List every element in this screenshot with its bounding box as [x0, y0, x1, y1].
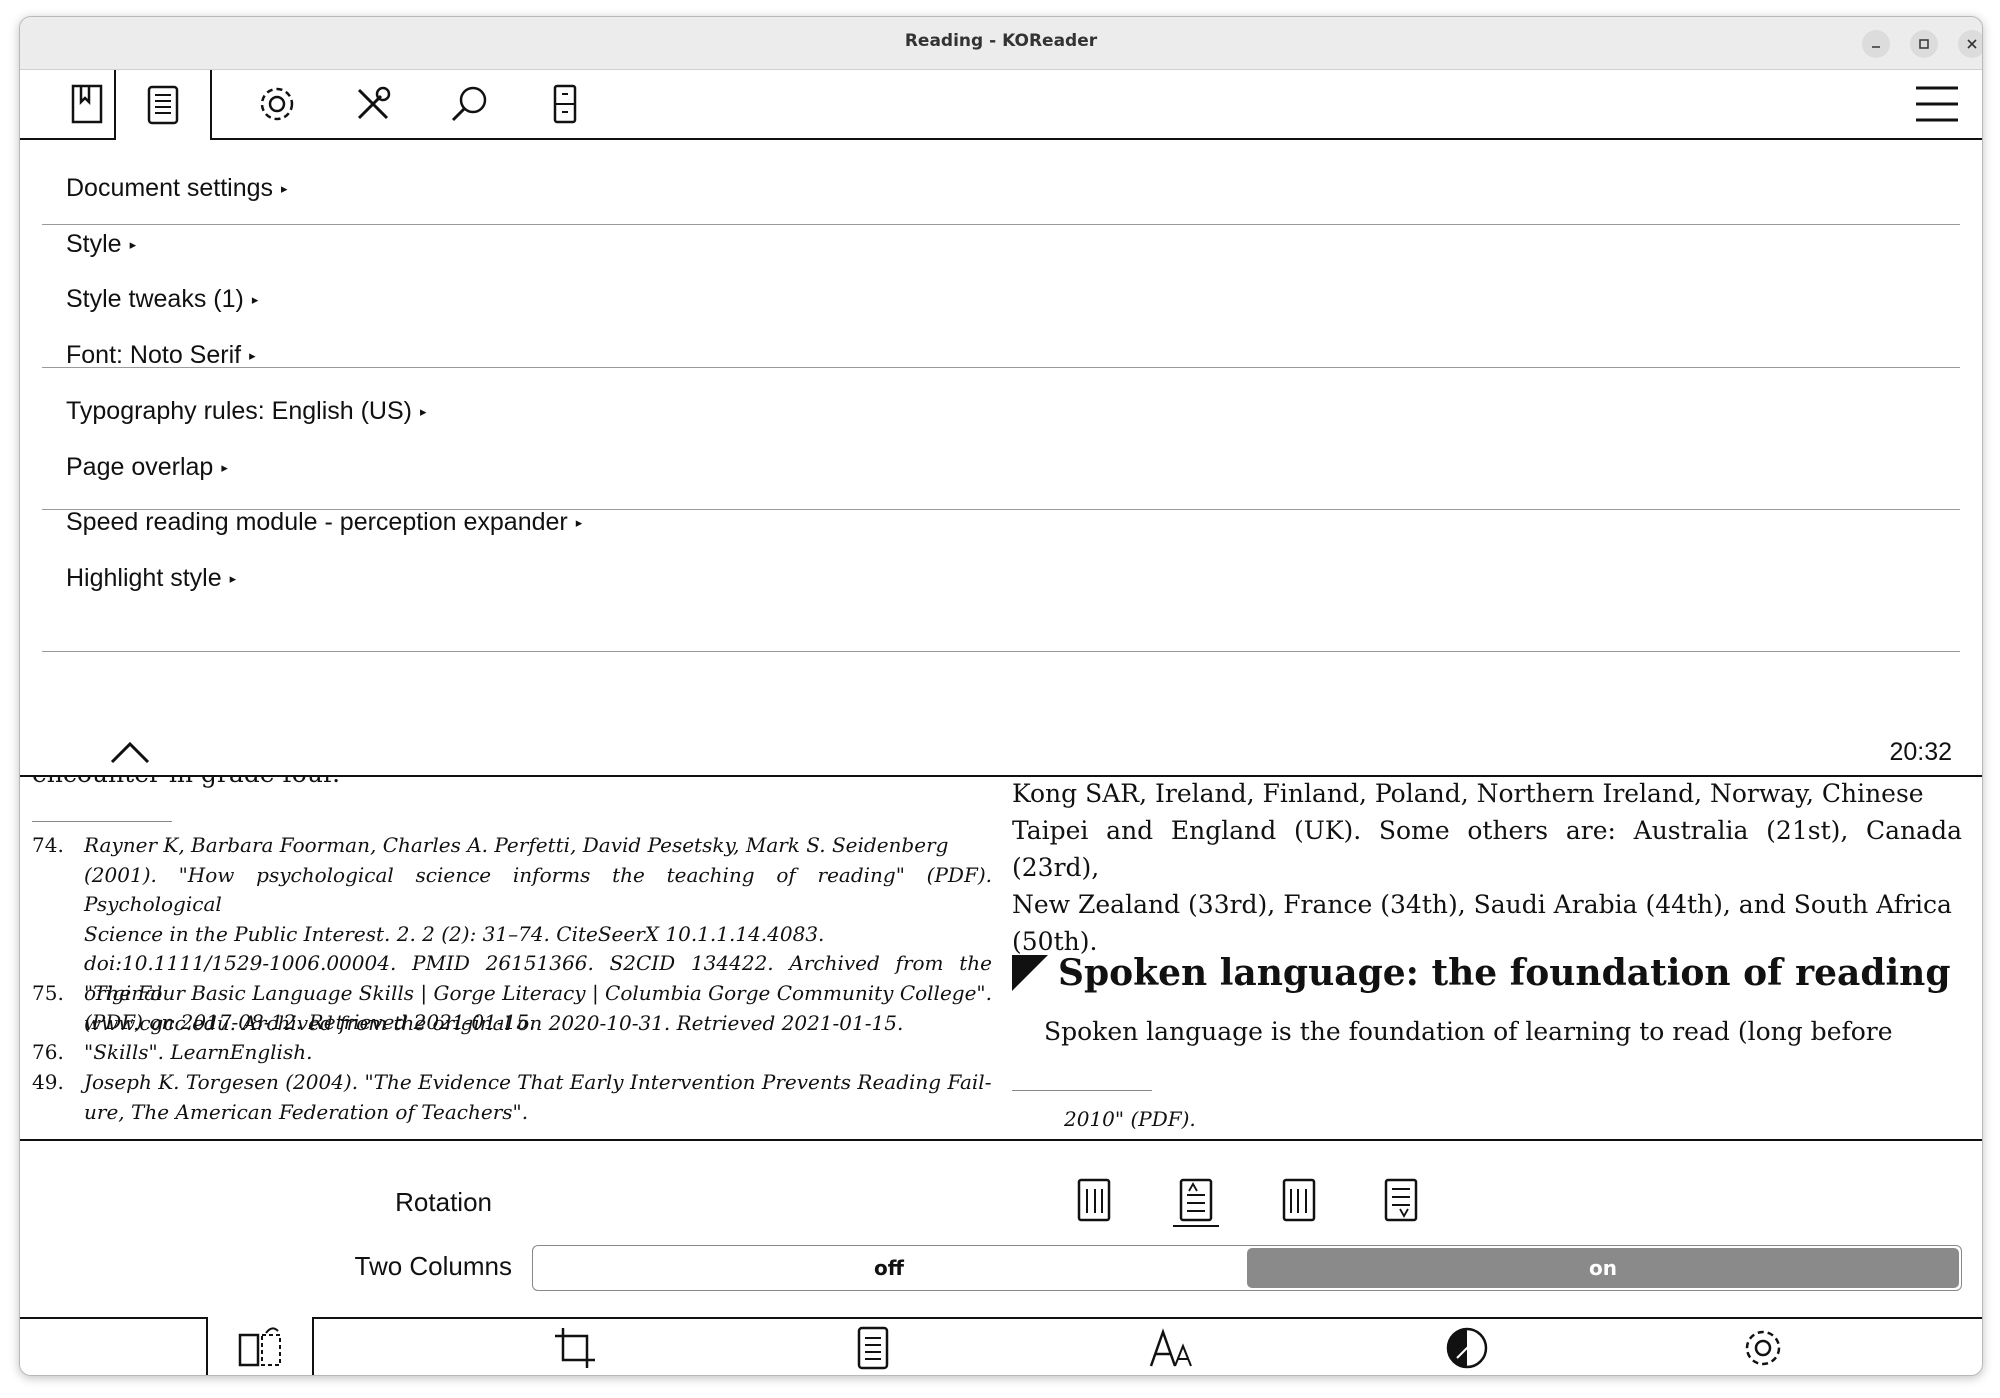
- tab-device[interactable]: [518, 70, 612, 138]
- close-button[interactable]: [1958, 30, 1982, 58]
- tab-crop[interactable]: [520, 1319, 630, 1375]
- font-size-icon: [1149, 1328, 1192, 1367]
- menu-item-style-tweaks[interactable]: Style tweaks (1) ▸: [66, 285, 258, 314]
- collapse-menu-button[interactable]: [108, 738, 152, 766]
- tab-other-settings[interactable]: [1708, 1319, 1818, 1375]
- tab-font[interactable]: [1116, 1319, 1226, 1375]
- menu-separator: [42, 367, 1960, 368]
- cut-text: encounter in grade four.: [32, 777, 340, 788]
- menu-item-highlight-style[interactable]: Highlight style ▸: [66, 564, 236, 593]
- bottom-menu-tabs: [20, 1317, 1982, 1375]
- tab-document[interactable]: [114, 70, 212, 140]
- two-columns-label: Two Columns: [354, 1251, 513, 1281]
- body-paragraph: Kong SAR, Ireland, Finland, Poland, Nort…: [1012, 779, 1962, 956]
- rotation-90-button[interactable]: [1071, 1175, 1117, 1225]
- window-title: Reading - KOReader: [904, 31, 1098, 51]
- maximize-icon: [1919, 39, 1929, 49]
- right-column: Kong SAR, Ireland, Finland, Poland, Nort…: [1012, 777, 1962, 1139]
- top-menu-tabs: [20, 70, 1982, 140]
- minimize-icon: [1872, 46, 1880, 48]
- tab-page-flip[interactable]: [206, 1317, 314, 1375]
- contrast-icon: [1446, 1327, 1488, 1369]
- config-panel: Rotation Two Columns off on: [20, 1141, 1982, 1317]
- page-flip-icon: [238, 1327, 281, 1367]
- rotation-0-button[interactable]: [1173, 1175, 1219, 1227]
- page-layout-icon: [857, 1326, 889, 1370]
- rotate-upright-icon: [1179, 1178, 1213, 1222]
- menu-item-style[interactable]: Style ▸: [66, 230, 136, 259]
- document-menu: Document settings ▸ Style ▸ Style tweaks (…: [20, 140, 1982, 772]
- hamburger-icon: [1916, 86, 1958, 122]
- menu-separator: [42, 224, 1960, 225]
- menu-separator: [42, 651, 1960, 652]
- crop-icon: [555, 1328, 595, 1368]
- clock: 20:32: [1889, 738, 1952, 766]
- rotation-label: Rotation: [395, 1187, 492, 1217]
- document-icon: [147, 85, 179, 125]
- right-footnote: 2010" (PDF).: [1064, 1107, 1196, 1131]
- footnote-rule: [32, 821, 172, 822]
- section-heading: Spoken language: the foundation of readi…: [1012, 952, 1951, 994]
- minimize-button[interactable]: [1862, 30, 1890, 58]
- toggle-off-option[interactable]: off: [533, 1246, 1245, 1290]
- footnote-rule: [1012, 1090, 1152, 1091]
- toggle-on-option[interactable]: on: [1247, 1248, 1959, 1288]
- tab-page-layout[interactable]: [818, 1319, 928, 1375]
- menu-item-page-overlap[interactable]: Page overlap ▸: [66, 453, 228, 482]
- rotate-inverted-icon: [1384, 1178, 1418, 1222]
- tab-contrast[interactable]: [1412, 1319, 1522, 1375]
- main-menu-button[interactable]: [1914, 82, 1960, 126]
- document-view[interactable]: encounter in grade four. 74. Rayner K, B…: [20, 777, 1982, 1139]
- gear-icon: [260, 87, 294, 121]
- chevron-up-icon: [110, 741, 150, 764]
- left-column: encounter in grade four. 74. Rayner K, B…: [32, 777, 992, 1139]
- tools-icon: [357, 86, 391, 120]
- rotate-left-icon: [1077, 1178, 1111, 1222]
- rotation-180-button[interactable]: [1378, 1175, 1424, 1225]
- menu-item-font[interactable]: Font: Noto Serif ▸: [66, 341, 256, 370]
- heading-flag-icon: [1012, 955, 1048, 991]
- rotate-right-icon: [1282, 1178, 1316, 1222]
- koreader-window: Reading - KOReader Document settings ▸ S…: [19, 16, 1983, 1376]
- gear-icon: [1745, 1330, 1781, 1366]
- section-paragraph: Spoken language is the foundation of lea…: [1044, 1017, 1893, 1046]
- rotation-270-button[interactable]: [1276, 1175, 1322, 1225]
- maximize-button[interactable]: [1910, 30, 1938, 58]
- menu-item-document-settings[interactable]: Document settings ▸: [66, 174, 288, 203]
- close-icon: [1967, 39, 1977, 49]
- title-bar: Reading - KOReader: [20, 17, 1982, 70]
- menu-item-speed-reading[interactable]: Speed reading module - perception expand…: [66, 508, 582, 537]
- menu-item-typography-rules[interactable]: Typography rules: English (US) ▸: [66, 397, 427, 426]
- tab-settings[interactable]: [230, 70, 324, 138]
- tab-search[interactable]: [422, 70, 516, 138]
- search-icon: [451, 86, 487, 122]
- cabinet-icon: [553, 84, 577, 124]
- bookmark-icon: [71, 84, 103, 124]
- tab-tools[interactable]: [326, 70, 420, 138]
- two-columns-toggle[interactable]: off on: [532, 1245, 1962, 1291]
